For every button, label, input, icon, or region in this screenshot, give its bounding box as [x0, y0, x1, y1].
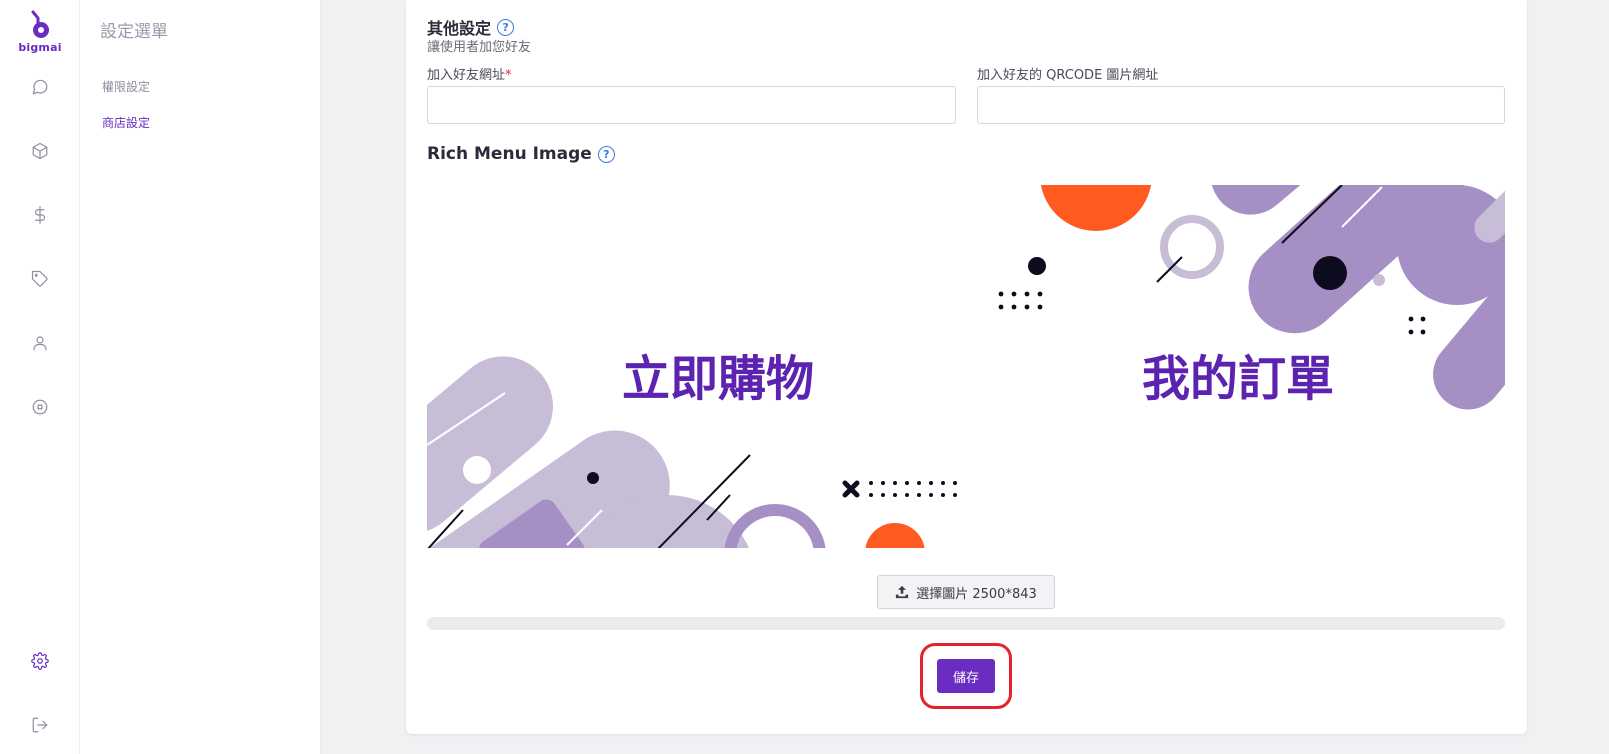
help-icon[interactable]: ?: [497, 18, 515, 36]
menu-title: 設定選單: [100, 22, 168, 42]
choose-image-button[interactable]: 選擇圖片 2500*843: [877, 575, 1055, 609]
choose-image-label: 選擇圖片 2500*843: [916, 586, 1037, 602]
menu-item-permissions[interactable]: 權限設定: [102, 78, 150, 95]
rail-settings[interactable]: [26, 647, 54, 675]
rail-logout[interactable]: [26, 711, 54, 739]
store-settings-card: 其他設定 ? 讓使用者加您好友 加入好友網址* 加入好友的 QRCODE 圖片網…: [406, 0, 1527, 734]
tag-icon: [31, 270, 48, 287]
upload-progress-bar: [427, 617, 1505, 630]
user-icon: [33, 336, 47, 351]
brand-logo[interactable]: bigmai: [0, 10, 80, 54]
rail-products[interactable]: [26, 137, 54, 165]
qrcode-url-input[interactable]: [977, 86, 1505, 124]
menu-item-store-settings[interactable]: 商店設定: [102, 114, 150, 131]
box-icon: [32, 142, 48, 160]
rich-menu-image: 立即購物 我的訂單: [427, 185, 1505, 548]
add-friend-url-label: 加入好友網址*: [427, 68, 512, 83]
other-settings-description: 讓使用者加您好友: [427, 40, 532, 55]
settings-menu: 設定選單 權限設定 商店設定: [80, 0, 321, 754]
stop-circle-icon: [32, 399, 48, 415]
rail-users[interactable]: [26, 329, 54, 357]
rail-tags[interactable]: [26, 265, 54, 293]
rich-menu-left-text[interactable]: 立即購物: [622, 351, 814, 407]
qrcode-url-label: 加入好友的 QRCODE 圖片網址: [977, 68, 1159, 83]
upload-icon: [896, 585, 909, 599]
brand-name: bigmai: [18, 41, 62, 54]
gear-icon: [31, 652, 49, 670]
bigmai-logo-icon: [31, 10, 49, 38]
icon-rail: bigmai: [0, 0, 80, 754]
rail-chat[interactable]: [26, 73, 54, 101]
required-mark: *: [505, 68, 512, 83]
rich-menu-title: Rich Menu Image: [427, 144, 592, 164]
rich-menu-heading: Rich Menu Image ?: [427, 144, 615, 164]
dollar-icon: [34, 206, 46, 224]
rail-finance[interactable]: [26, 201, 54, 229]
rich-menu-right-text[interactable]: 我的訂單: [1142, 351, 1334, 407]
save-button[interactable]: 儲存: [937, 659, 995, 693]
help-icon[interactable]: ?: [597, 145, 615, 163]
add-friend-url-input[interactable]: [427, 86, 956, 124]
logout-icon: [32, 717, 48, 733]
rail-stop[interactable]: [26, 393, 54, 421]
chat-icon: [32, 79, 48, 95]
